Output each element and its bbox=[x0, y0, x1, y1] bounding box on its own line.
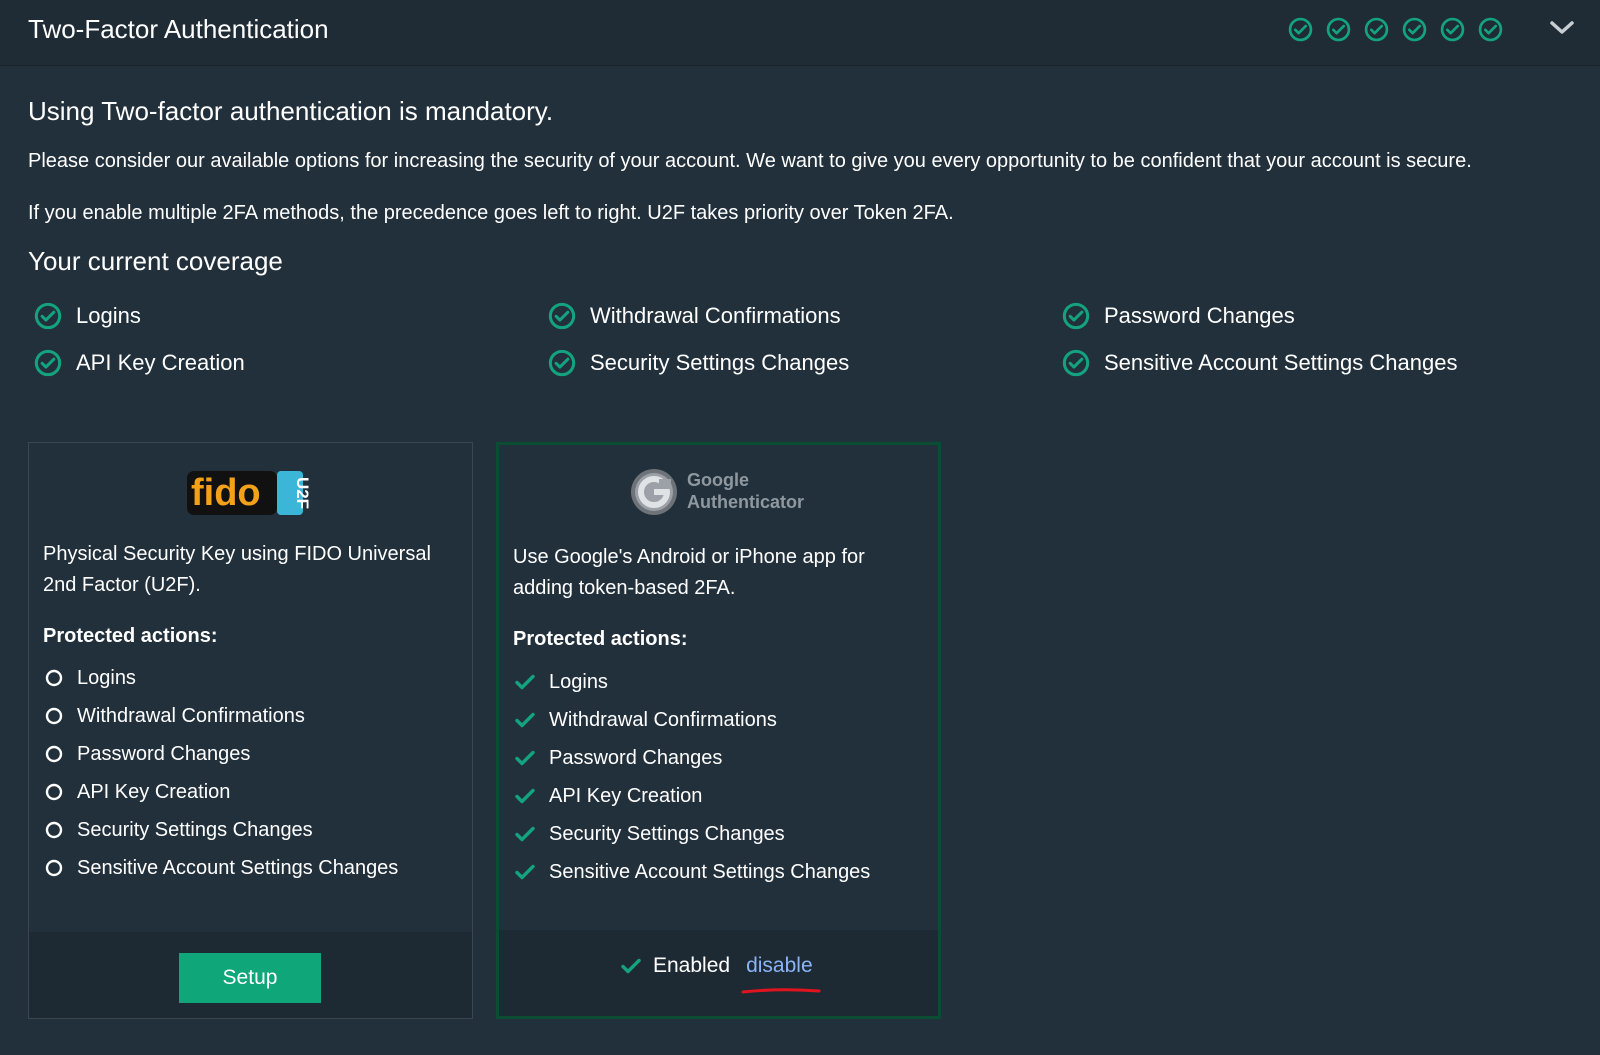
list-item: Logins bbox=[45, 659, 398, 697]
protected-actions-title: Protected actions: bbox=[513, 628, 688, 650]
check-circle-icon bbox=[1062, 349, 1090, 377]
check-circle-icon bbox=[1402, 17, 1427, 42]
list-item: Withdrawal Confirmations bbox=[45, 697, 398, 735]
coverage-item-label: Security Settings Changes bbox=[590, 350, 850, 375]
action-label: Security Settings Changes bbox=[77, 818, 313, 841]
google-protected-actions: Logins Withdrawal Confirmations Password… bbox=[515, 663, 870, 891]
check-icon bbox=[515, 750, 535, 766]
coverage-item: Logins bbox=[34, 302, 141, 330]
enabled-status: Enabled disable bbox=[621, 954, 821, 994]
list-item: Withdrawal Confirmations bbox=[515, 701, 870, 739]
action-label: API Key Creation bbox=[549, 784, 703, 807]
svg-text:fido: fido bbox=[191, 472, 261, 514]
svg-text:U2F: U2F bbox=[293, 477, 312, 509]
coverage-title: Your current coverage bbox=[28, 246, 283, 276]
check-circle-icon bbox=[1326, 17, 1351, 42]
check-icon bbox=[515, 674, 535, 690]
action-label: Password Changes bbox=[77, 742, 251, 765]
action-label: Sensitive Account Settings Changes bbox=[549, 860, 871, 883]
check-circle-icon bbox=[34, 349, 62, 377]
action-label: Logins bbox=[77, 666, 136, 689]
fido-protected-actions: Logins Withdrawal Confirmations Password… bbox=[45, 659, 398, 887]
check-circle-icon bbox=[1364, 17, 1389, 42]
header-status-icons bbox=[1288, 17, 1503, 42]
coverage-item-label: Logins bbox=[76, 303, 141, 328]
fido-description: Physical Security Key using FIDO Univers… bbox=[43, 543, 431, 596]
setup-button[interactable]: Setup bbox=[179, 953, 321, 1003]
google-g-icon bbox=[631, 469, 677, 515]
mandatory-notice: Using Two-factor authentication is manda… bbox=[28, 96, 554, 126]
list-item: Password Changes bbox=[45, 735, 398, 773]
action-label: Password Changes bbox=[549, 746, 723, 769]
intro-paragraph: Please consider our available options fo… bbox=[28, 150, 1472, 172]
disable-link-label: disable bbox=[746, 954, 813, 977]
list-item: API Key Creation bbox=[45, 773, 398, 811]
google-authenticator-description: Use Google's Android or iPhone app for a… bbox=[513, 546, 865, 599]
action-label: API Key Creation bbox=[77, 780, 231, 803]
check-circle-icon bbox=[1440, 17, 1465, 42]
empty-circle-icon bbox=[45, 783, 63, 801]
fido-u2f-logo: fido U2F bbox=[187, 471, 312, 515]
fido-card-footer: Setup bbox=[29, 932, 472, 1018]
check-icon bbox=[515, 864, 535, 880]
coverage-item-label: Sensitive Account Settings Changes bbox=[1104, 350, 1458, 375]
empty-circle-icon bbox=[45, 745, 63, 763]
chevron-down-icon[interactable] bbox=[1548, 16, 1576, 40]
empty-circle-icon bbox=[45, 821, 63, 839]
list-item: Sensitive Account Settings Changes bbox=[515, 853, 870, 891]
action-label: Security Settings Changes bbox=[549, 822, 785, 845]
fido-u2f-card: fido U2F Physical Security Key using FID… bbox=[28, 442, 473, 1019]
list-item: Password Changes bbox=[515, 739, 870, 777]
action-label: Logins bbox=[549, 670, 608, 693]
empty-circle-icon bbox=[45, 859, 63, 877]
list-item: API Key Creation bbox=[515, 777, 870, 815]
check-circle-icon bbox=[34, 302, 62, 330]
check-circle-icon bbox=[548, 349, 576, 377]
panel-title: Two-Factor Authentication bbox=[28, 14, 329, 44]
two-factor-panel: Two-Factor Authentication Using Two-fact… bbox=[0, 0, 1600, 1055]
coverage-item: Withdrawal Confirmations bbox=[548, 302, 841, 330]
list-item: Security Settings Changes bbox=[45, 811, 398, 849]
coverage-item: Security Settings Changes bbox=[548, 349, 849, 377]
disable-link[interactable]: disable bbox=[741, 954, 821, 994]
google-authenticator-logo-text: Google Authenticator bbox=[687, 470, 804, 512]
check-circle-icon bbox=[548, 302, 576, 330]
check-icon bbox=[515, 788, 535, 804]
enabled-label: Enabled bbox=[653, 954, 731, 977]
coverage-item-label: Password Changes bbox=[1104, 303, 1295, 328]
google-authenticator-card: Google Authenticator Use Google's Androi… bbox=[496, 442, 941, 1019]
google-card-footer: Enabled disable bbox=[499, 930, 938, 1016]
empty-circle-icon bbox=[45, 669, 63, 687]
list-item: Sensitive Account Settings Changes bbox=[45, 849, 398, 887]
check-icon bbox=[515, 826, 535, 842]
action-label: Sensitive Account Settings Changes bbox=[77, 856, 399, 879]
protected-actions-title: Protected actions: bbox=[43, 625, 218, 647]
coverage-item: Sensitive Account Settings Changes bbox=[1062, 349, 1457, 377]
precedence-note: If you enable multiple 2FA methods, the … bbox=[28, 202, 954, 224]
coverage-item-label: Withdrawal Confirmations bbox=[590, 303, 841, 328]
list-item: Security Settings Changes bbox=[515, 815, 870, 853]
list-item: Logins bbox=[515, 663, 870, 701]
check-circle-icon bbox=[1288, 17, 1313, 42]
panel-header[interactable]: Two-Factor Authentication bbox=[0, 0, 1600, 66]
check-circle-icon bbox=[1062, 302, 1090, 330]
check-icon bbox=[515, 712, 535, 728]
red-underline-annotation bbox=[741, 988, 821, 994]
coverage-item-label: API Key Creation bbox=[76, 350, 245, 375]
check-circle-icon bbox=[1478, 17, 1503, 42]
coverage-item: API Key Creation bbox=[34, 349, 245, 377]
coverage-item: Password Changes bbox=[1062, 302, 1295, 330]
action-label: Withdrawal Confirmations bbox=[549, 708, 777, 731]
empty-circle-icon bbox=[45, 707, 63, 725]
check-icon bbox=[621, 958, 641, 974]
action-label: Withdrawal Confirmations bbox=[77, 704, 305, 727]
google-authenticator-logo: Google Authenticator bbox=[629, 467, 829, 523]
